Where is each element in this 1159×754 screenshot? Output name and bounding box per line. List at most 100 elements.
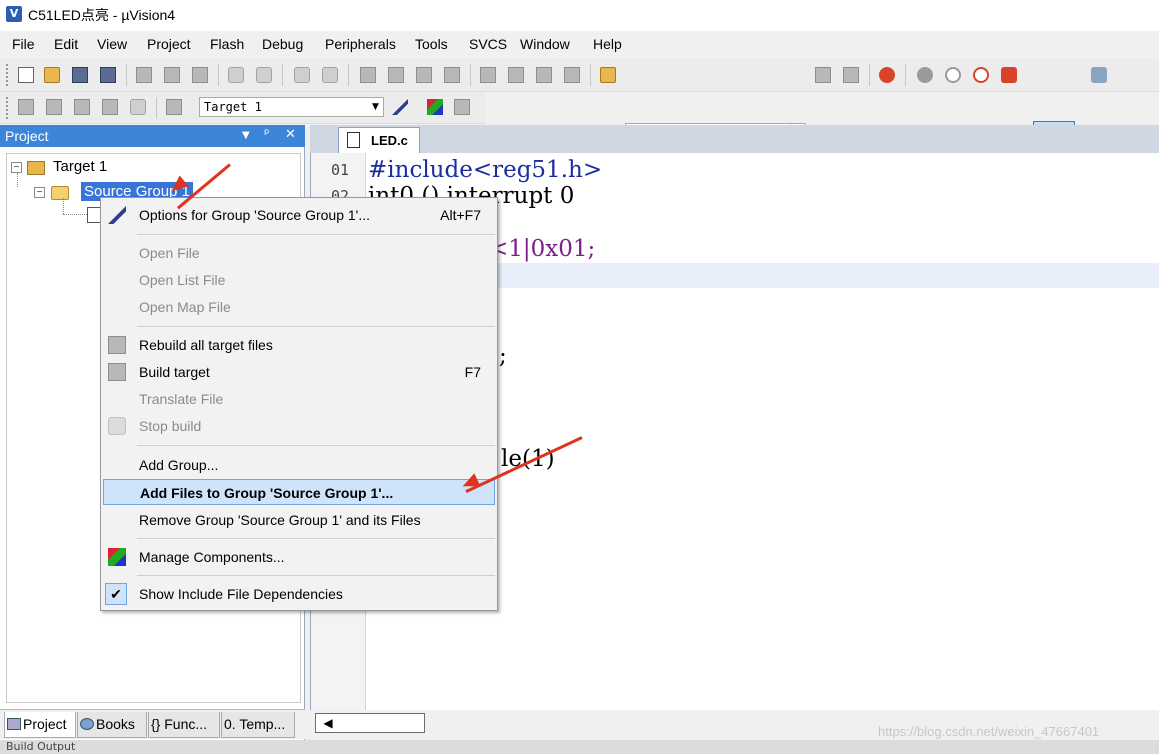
line-number: 01 xyxy=(331,161,350,179)
menu-separator xyxy=(137,445,495,446)
target-select[interactable]: Target 1 ▼ xyxy=(199,97,384,117)
save-all-button[interactable] xyxy=(98,65,118,85)
translate-button[interactable] xyxy=(16,97,36,117)
menu-svcs[interactable]: SVCS xyxy=(469,36,507,52)
tab-project[interactable]: Project xyxy=(4,712,76,738)
tab-templates[interactable]: 0. Temp... xyxy=(221,712,295,738)
menu-item-manage-components[interactable]: Manage Components... xyxy=(103,544,495,570)
cut-button[interactable] xyxy=(134,65,154,85)
paste-button[interactable] xyxy=(190,65,210,85)
toolbar-separator xyxy=(156,97,157,119)
menu-tools[interactable]: Tools xyxy=(415,36,448,52)
bookmark-prev-icon xyxy=(388,67,404,83)
collapse-icon[interactable]: − xyxy=(11,162,22,173)
components-icon xyxy=(108,548,126,566)
insert-breakpoint-button[interactable] xyxy=(915,65,935,85)
menu-item-translate-file[interactable]: Translate File xyxy=(103,386,495,412)
batch-build-button[interactable] xyxy=(100,97,120,117)
save-icon xyxy=(72,67,88,83)
open-folder-icon xyxy=(44,67,60,83)
stop-build-button[interactable] xyxy=(128,97,148,117)
menu-separator xyxy=(137,538,495,539)
copy-button[interactable] xyxy=(162,65,182,85)
tab-books[interactable]: Books xyxy=(77,712,147,738)
menu-item-build-target[interactable]: Build target F7 xyxy=(103,359,495,385)
menu-item-remove-group[interactable]: Remove Group 'Source Group 1' and its Fi… xyxy=(103,507,495,533)
menu-item-open-list-file[interactable]: Open List File xyxy=(103,267,495,293)
books-icon xyxy=(80,718,94,730)
menu-item-open-file[interactable]: Open File xyxy=(103,240,495,266)
bookmark-prev-button[interactable] xyxy=(386,65,406,85)
new-file-button[interactable] xyxy=(16,65,36,85)
redo-button[interactable] xyxy=(254,65,274,85)
collapse-icon[interactable]: − xyxy=(34,187,45,198)
tab-functions[interactable]: {} Func... xyxy=(148,712,220,738)
comment-button[interactable] xyxy=(534,65,554,85)
menu-project[interactable]: Project xyxy=(147,36,191,52)
save-button[interactable] xyxy=(70,65,90,85)
menu-edit[interactable]: Edit xyxy=(54,36,78,52)
menu-peripherals[interactable]: Peripherals xyxy=(325,36,396,52)
chevron-down-icon[interactable]: ▼ xyxy=(368,98,383,116)
menu-item-add-files-to-group[interactable]: Add Files to Group 'Source Group 1'... xyxy=(103,479,495,505)
menu-window[interactable]: Window xyxy=(520,36,570,52)
toolbar-grip[interactable] xyxy=(6,64,9,86)
incremental-find-button[interactable] xyxy=(813,65,833,85)
download-button[interactable] xyxy=(164,97,184,117)
comment-icon xyxy=(536,67,552,83)
menu-item-stop-build[interactable]: Stop build xyxy=(103,413,495,439)
toolbar-grip[interactable] xyxy=(6,97,9,119)
tab-led-c[interactable]: LED.c xyxy=(338,127,420,153)
enable-breakpoint-button[interactable] xyxy=(943,65,963,85)
unindent-button[interactable] xyxy=(506,65,526,85)
editor-tab-bar xyxy=(310,125,1159,153)
new-file-icon xyxy=(18,67,34,83)
menu-item-open-map-file[interactable]: Open Map File xyxy=(103,294,495,320)
debug-session-button[interactable] xyxy=(877,65,897,85)
pin-icon[interactable]: ᵖ xyxy=(264,127,270,142)
menu-file[interactable]: File xyxy=(12,36,35,52)
bookmark-clear-button[interactable] xyxy=(442,65,462,85)
paste-icon xyxy=(192,67,208,83)
menu-item-add-group[interactable]: Add Group... xyxy=(103,452,495,478)
menu-flash[interactable]: Flash xyxy=(210,36,244,52)
menu-item-rebuild-all[interactable]: Rebuild all target files xyxy=(103,332,495,358)
c-file-icon xyxy=(87,207,101,223)
menu-view[interactable]: View xyxy=(97,36,127,52)
bookmark-next-button[interactable] xyxy=(414,65,434,85)
find-in-files-button[interactable] xyxy=(598,65,618,85)
stop-build-icon xyxy=(130,99,146,115)
source-browser-button[interactable] xyxy=(841,65,861,85)
build-toolbar: Target 1 ▼ xyxy=(0,92,485,124)
manage-books-button[interactable] xyxy=(452,97,472,117)
copy-icon xyxy=(164,67,180,83)
undo-button[interactable] xyxy=(226,65,246,85)
indent-button[interactable] xyxy=(478,65,498,85)
disable-breakpoints-icon xyxy=(973,67,989,83)
configure-button[interactable] xyxy=(1089,65,1109,85)
close-icon[interactable]: ✕ xyxy=(285,127,296,142)
project-icon xyxy=(7,718,21,730)
scroll-left-arrow-icon[interactable]: ◀ xyxy=(318,713,338,733)
magic-wand-icon xyxy=(392,99,408,115)
target-select-value: Target 1 xyxy=(204,100,262,114)
manage-components-button[interactable] xyxy=(425,97,445,117)
open-file-button[interactable] xyxy=(42,65,62,85)
nav-back-button[interactable] xyxy=(292,65,312,85)
rebuild-button[interactable] xyxy=(72,97,92,117)
arrow-left-icon xyxy=(294,67,310,83)
nav-forward-button[interactable] xyxy=(320,65,340,85)
menu-item-options-for-group[interactable]: Options for Group 'Source Group 1'... Al… xyxy=(103,202,495,228)
menu-separator xyxy=(137,575,495,576)
menu-help[interactable]: Help xyxy=(593,36,622,52)
kill-all-breakpoints-button[interactable] xyxy=(999,65,1019,85)
target-options-button[interactable] xyxy=(390,97,410,117)
build-button[interactable] xyxy=(44,97,64,117)
menu-item-show-include-deps[interactable]: ✔ Show Include File Dependencies xyxy=(103,581,495,607)
tree-item-target[interactable]: − Target 1 xyxy=(11,158,211,178)
uncomment-button[interactable] xyxy=(562,65,582,85)
bookmark-toggle-button[interactable] xyxy=(358,65,378,85)
disable-all-breakpoints-button[interactable] xyxy=(971,65,991,85)
panel-menu-icon[interactable]: ▼ xyxy=(242,130,250,141)
menu-debug[interactable]: Debug xyxy=(262,36,303,52)
